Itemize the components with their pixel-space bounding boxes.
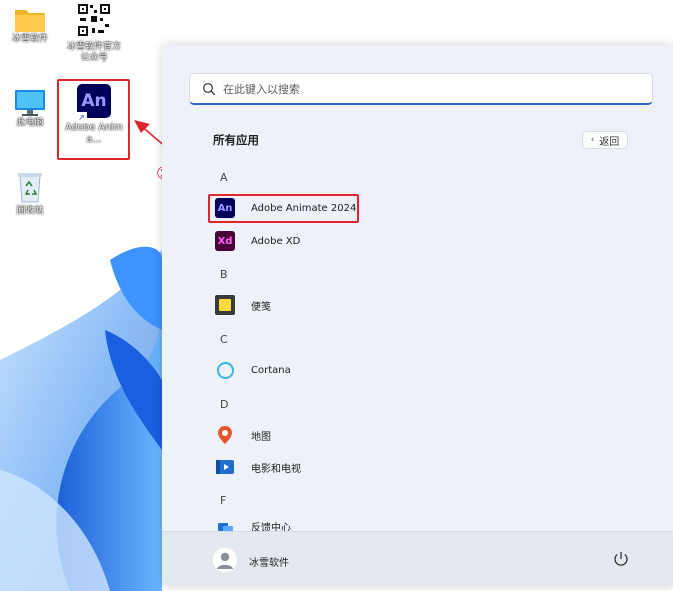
app-item-feedback-hub[interactable]: 反馈中心 [209,518,639,532]
maps-icon [215,425,235,445]
desktop-icon-label: 冰雪软件官方公众号 [66,42,121,63]
back-button-label: 返回 [599,136,620,148]
movies-tv-icon [215,457,235,477]
start-menu: 所有应用 ‹ 返回 A An Adobe Animate 2024 Xd Ado… [162,45,673,586]
app-label: Cortana [251,364,291,376]
recycle-bin-icon [18,173,42,203]
power-icon[interactable] [612,550,630,568]
desktop-icon-folder[interactable]: 冰雪软件 [0,6,60,45]
computer-icon [15,90,45,116]
desktop-icon-label: 冰雪软件 [11,34,48,44]
letter-header-f: F [220,494,227,507]
user-icon [213,548,237,572]
sticky-notes-icon [215,295,235,315]
start-menu-footer: 冰雪软件 [162,531,673,586]
folder-icon [15,10,45,32]
app-label: Adobe XD [251,235,301,247]
app-item-sticky-notes[interactable]: 便笺 [209,292,639,318]
search-input[interactable] [223,80,623,98]
app-item-movies-tv[interactable]: 电影和电视 [209,454,639,480]
letter-header-c: C [220,333,228,346]
feedback-hub-icon [215,518,235,532]
avatar[interactable] [213,548,237,572]
app-item-cortana[interactable]: Cortana [209,357,639,383]
app-item-maps[interactable]: 地图 [209,422,639,448]
letter-header-d: D [220,398,229,411]
app-item-adobe-xd[interactable]: Xd Adobe XD [209,228,639,254]
desktop-icon-label: 此电脑 [16,118,44,128]
app-label: 地图 [251,431,271,443]
desktop-icon-recycle-bin[interactable]: 回收站 [0,170,60,217]
letter-header-a: A [220,171,228,184]
app-list-highlight-box [208,194,359,223]
adobe-xd-icon: Xd [215,231,235,251]
app-label: 电影和电视 [251,463,301,475]
qr-code-icon [76,2,112,38]
desktop-icon-this-pc[interactable]: 此电脑 [0,88,60,129]
desktop-icon-label: 回收站 [16,206,44,216]
search-box[interactable] [189,73,653,105]
app-label: 便笺 [251,301,271,313]
user-name[interactable]: 冰雪软件 [249,554,289,569]
desktop-highlight-box [57,79,130,160]
cortana-icon [215,360,235,380]
back-button[interactable]: ‹ 返回 [582,131,628,149]
all-apps-title: 所有应用 [213,133,259,147]
search-icon [203,83,216,96]
chevron-left-icon: ‹ [590,135,595,145]
desktop-icon-qrcode[interactable]: 冰雪软件官方公众号 [64,2,124,64]
letter-header-b: B [220,268,228,281]
